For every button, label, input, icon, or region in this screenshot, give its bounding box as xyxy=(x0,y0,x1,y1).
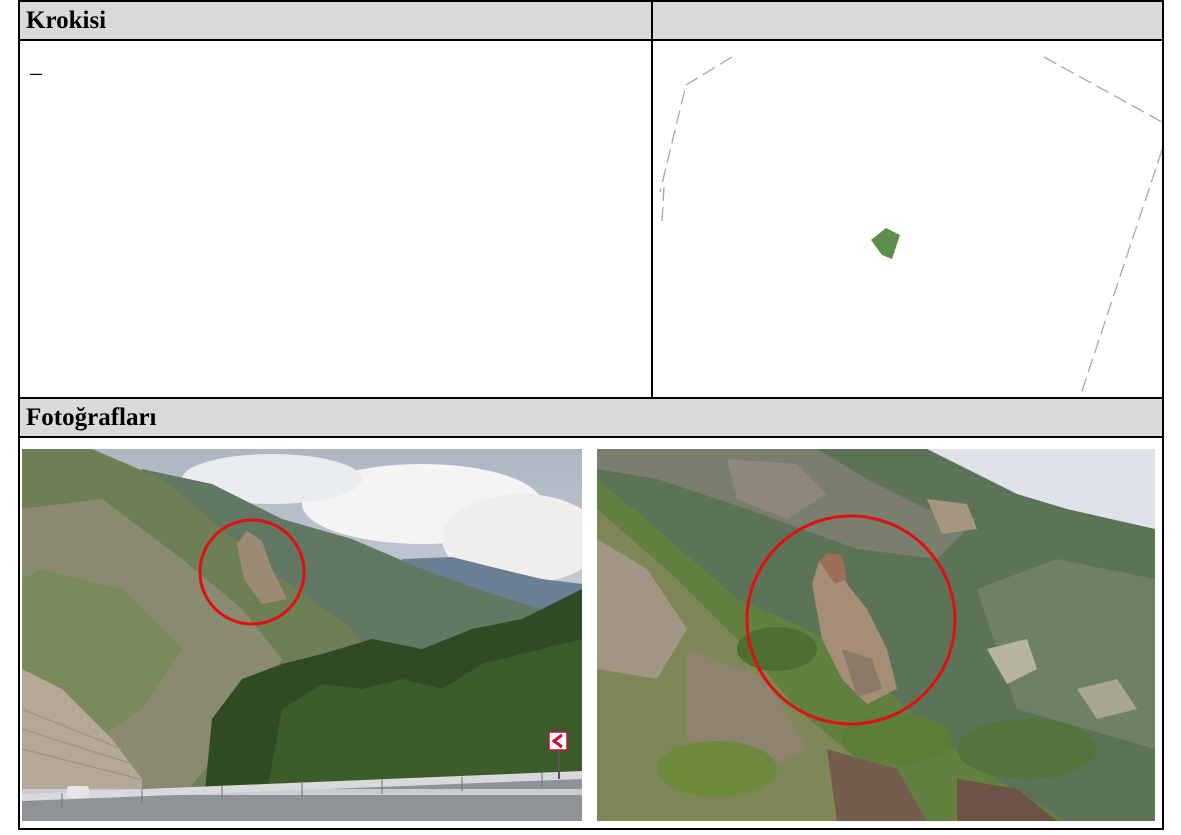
krokisi-title: Krokisi xyxy=(26,7,107,34)
photos-title: Fotoğrafları xyxy=(26,404,157,431)
boundary-line xyxy=(1079,149,1162,397)
car xyxy=(67,786,89,798)
boundary-line xyxy=(661,186,665,223)
photos-header: Fotoğrafları xyxy=(20,399,1162,436)
photo-1 xyxy=(22,449,582,821)
parcel-shape xyxy=(871,228,900,259)
sketch-map xyxy=(654,42,1162,397)
krokisi-header: Krokisi xyxy=(20,2,651,39)
photo-2 xyxy=(597,449,1155,821)
boundary-line xyxy=(1043,56,1162,123)
info-table: Krokisi – Fotoğrafları xyxy=(18,0,1164,830)
divider xyxy=(20,436,1162,438)
boundary-line xyxy=(659,56,733,193)
blank-header xyxy=(653,2,1162,39)
divider xyxy=(20,39,1162,41)
krokisi-text: – xyxy=(30,60,42,86)
column-divider xyxy=(651,2,653,399)
